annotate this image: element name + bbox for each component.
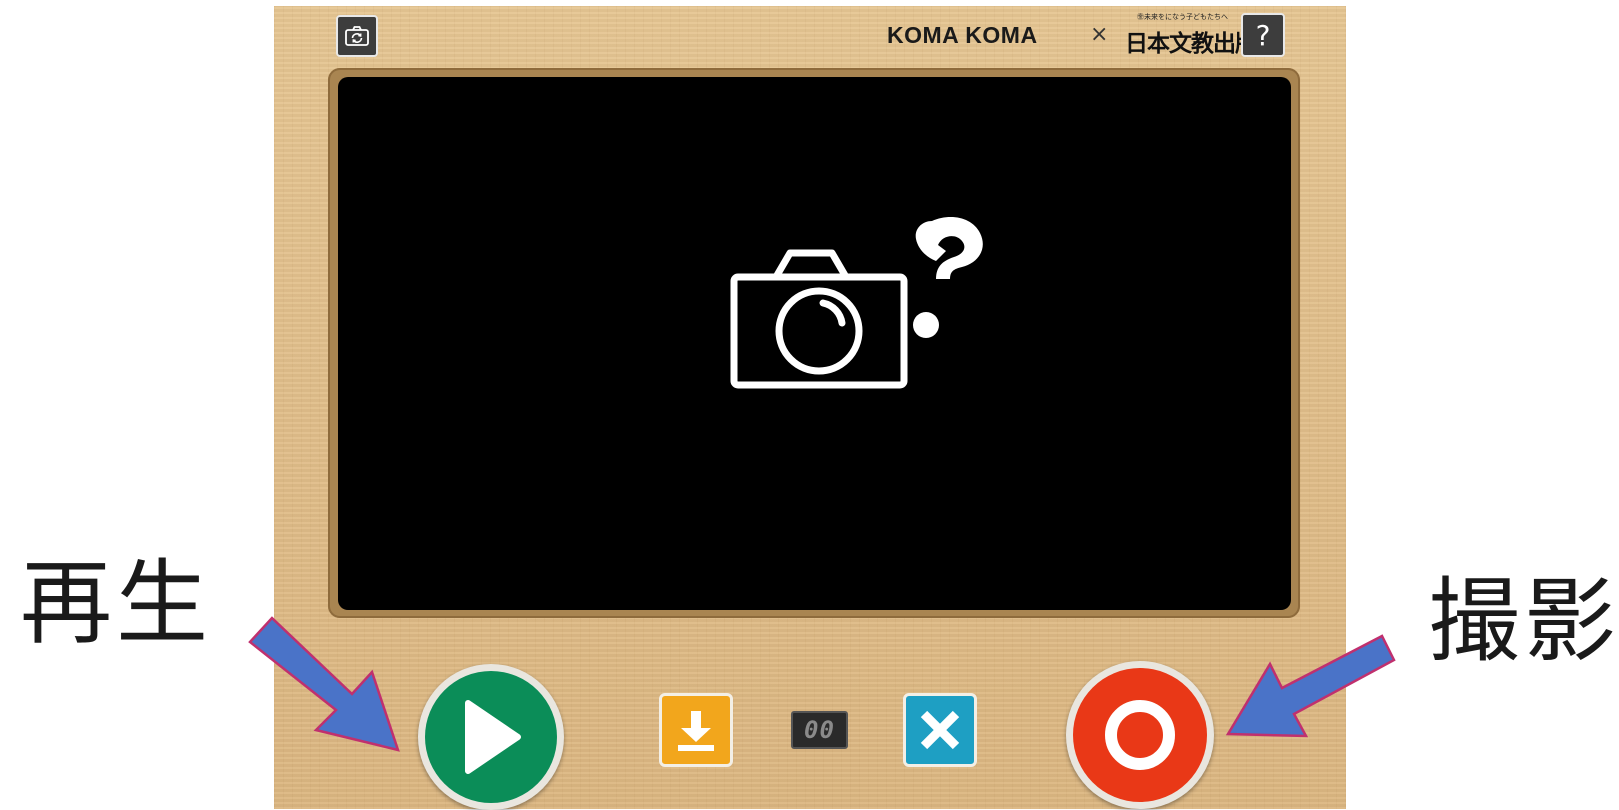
camera-rotate-icon xyxy=(345,26,369,46)
play-triangle-icon xyxy=(465,700,521,774)
record-button-face xyxy=(1073,668,1207,802)
play-button-face xyxy=(425,671,557,803)
brand-header: KOMA KOMA × ㊎未来をになう子どもたちへ 日本文教出版 xyxy=(887,8,1258,58)
record-button[interactable] xyxy=(1066,661,1214,809)
record-circle-icon xyxy=(1105,700,1175,770)
delete-button[interactable] xyxy=(903,693,977,767)
close-x-icon xyxy=(920,710,960,750)
arrow-to-play-icon xyxy=(248,616,400,752)
help-button[interactable]: ? xyxy=(1241,13,1285,57)
brand-separator: × xyxy=(1090,22,1109,47)
arrow-to-record-icon xyxy=(1225,634,1396,738)
play-annotation: 再生 xyxy=(20,550,213,657)
brand-name: KOMA KOMA xyxy=(887,22,1038,48)
camera-question-icon xyxy=(730,217,983,389)
save-button[interactable] xyxy=(659,693,733,767)
download-arrow-icon xyxy=(678,711,714,751)
camera-viewer xyxy=(338,77,1291,610)
record-annotation: 撮影 xyxy=(1428,568,1619,675)
publisher-tagline: ㊎未来をになう子どもたちへ xyxy=(1137,13,1228,21)
camera-switch-button[interactable] xyxy=(336,15,378,57)
frame-counter: 00 xyxy=(791,711,848,749)
play-button[interactable] xyxy=(418,664,564,810)
publisher-name: 日本文教出版 xyxy=(1125,31,1258,57)
